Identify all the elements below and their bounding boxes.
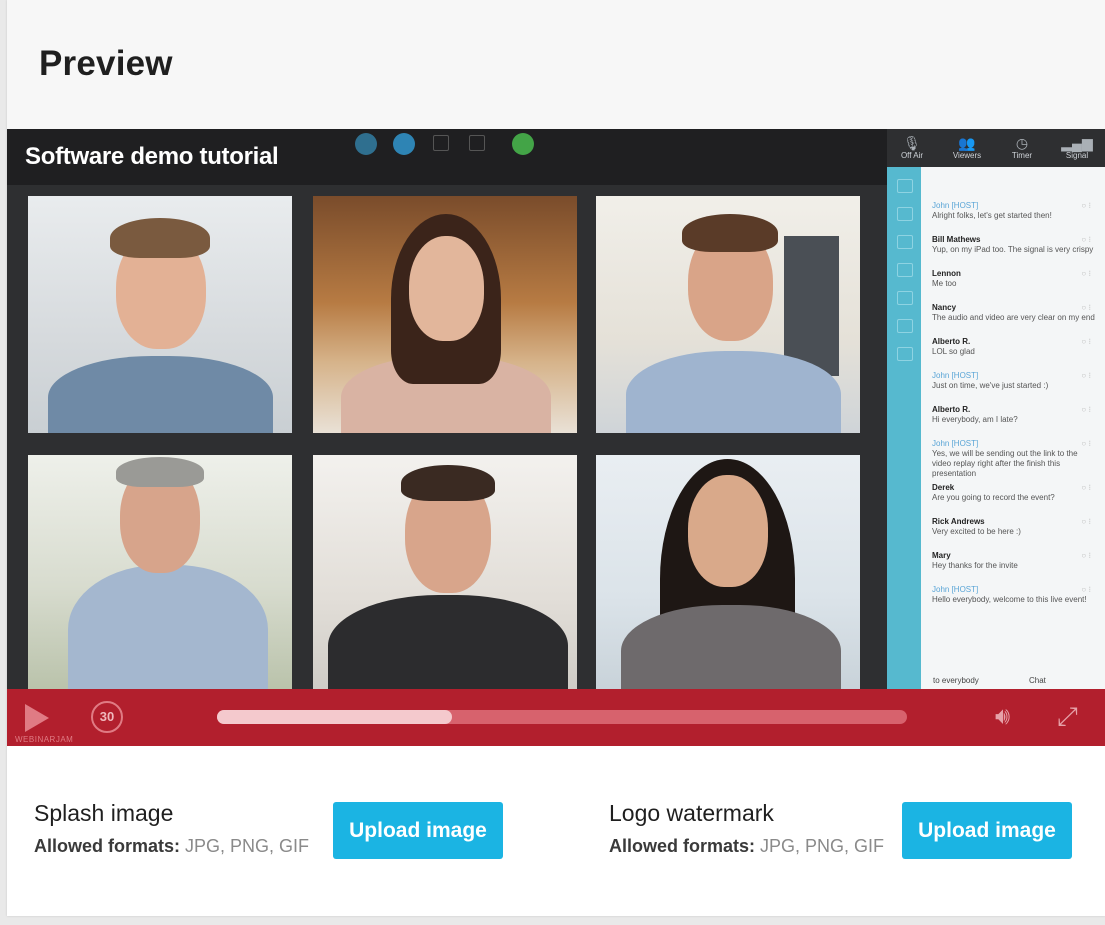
splash-upload-button[interactable]: Upload image: [333, 802, 503, 859]
message-menu-icon[interactable]: ○ ⁝: [1081, 337, 1091, 347]
chat-rail: [887, 167, 921, 692]
chat-text: Hello everybody, welcome to this live ev…: [932, 595, 1087, 604]
message-menu-icon[interactable]: ○ ⁝: [1081, 371, 1091, 381]
chat-message: Mary Hey thanks for the invite ○ ⁝: [932, 551, 1097, 571]
participant-tile-4: [28, 455, 292, 692]
chat-bubble-icon[interactable]: [433, 135, 449, 151]
preview-header: Preview: [7, 0, 1105, 129]
chat-text: Are you going to record the event?: [932, 493, 1055, 502]
message-menu-icon[interactable]: ○ ⁝: [1081, 201, 1091, 211]
chat-author: Alberto R.: [932, 405, 971, 414]
chat-message: John [HOST] Hello everybody, welcome to t…: [932, 585, 1097, 605]
chat-text: Yup, on my iPad too. The signal is very …: [932, 245, 1094, 254]
chat-author: Lennon: [932, 269, 961, 278]
chat-message: John [HOST] Alright folks, let's get star…: [932, 201, 1097, 221]
message-menu-icon[interactable]: ○ ⁝: [1081, 551, 1091, 561]
chat-message: Alberto R. Hi everybody, am I late? ○ ⁝: [932, 405, 1097, 425]
chat-author: John [HOST]: [932, 371, 979, 380]
progress-bar[interactable]: [217, 710, 907, 724]
chat-message: Derek Are you going to record the event? ○…: [932, 483, 1097, 503]
home-icon[interactable]: [897, 179, 913, 193]
chat-text: Hi everybody, am I late?: [932, 415, 1018, 424]
status-off-air: 🎙 Off Air: [892, 135, 932, 165]
chat-text: Alright folks, let's get started then!: [932, 211, 1052, 220]
chat-author: John [HOST]: [932, 585, 979, 594]
upload-section: Splash image Allowed formats: JPG, PNG, …: [7, 746, 1105, 916]
chat-text: The audio and video are very clear on my…: [932, 313, 1095, 322]
offer-icon[interactable]: [897, 319, 913, 333]
chat-message: Lennon Me too ○ ⁝: [932, 269, 1097, 289]
download-icon[interactable]: [897, 347, 913, 361]
chat-text: Yes, we will be sending out the link to …: [932, 449, 1078, 478]
message-menu-icon[interactable]: ○ ⁝: [1081, 439, 1091, 449]
chat-author: John [HOST]: [932, 439, 979, 448]
chat-panel[interactable]: John [HOST] Alright folks, let's get star…: [887, 167, 1105, 692]
chat-icon[interactable]: [897, 207, 913, 221]
preview-card: Preview Software demo tutorial 🎙 Off Air …: [7, 0, 1105, 916]
message-menu-icon[interactable]: ○ ⁝: [1081, 235, 1091, 245]
message-menu-icon[interactable]: ○ ⁝: [1081, 405, 1091, 415]
people-icon: 👥: [958, 135, 976, 151]
pencil-icon[interactable]: [469, 135, 485, 151]
participant-tile-5: [313, 455, 577, 692]
chat-author: Mary: [932, 551, 951, 560]
chat-text: LOL so glad: [932, 347, 975, 356]
player-controls: 30 WEBINARJAM 🔊︎ ⤢: [7, 689, 1105, 746]
message-menu-icon[interactable]: ○ ⁝: [1081, 269, 1091, 279]
logo-upload-button[interactable]: Upload image: [902, 802, 1072, 859]
chat-message: Alberto R. LOL so glad ○ ⁝: [932, 337, 1097, 357]
message-menu-icon[interactable]: ○ ⁝: [1081, 517, 1091, 527]
progress-fill: [217, 710, 452, 724]
volume-icon[interactable]: 🔊︎: [995, 703, 1023, 731]
chat-text: Just on time, we've just started :): [932, 381, 1049, 390]
participant-tile-6: [596, 455, 860, 692]
video-title: Software demo tutorial: [25, 143, 279, 170]
chat-message: Bill Mathews Yup, on my iPad too. The sig…: [932, 235, 1097, 255]
logo-watermark-title: Logo watermark: [609, 800, 774, 826]
status-timer: ◷ Timer: [1002, 135, 1042, 165]
participant-tile-1: [28, 196, 292, 433]
fullscreen-icon[interactable]: ⤢: [1057, 701, 1087, 731]
status-signal: ▂▄▆ Signal: [1057, 135, 1097, 165]
chat-text: Hey thanks for the invite: [932, 561, 1018, 570]
signal-icon: ▂▄▆: [1061, 135, 1093, 151]
chat-message: Nancy The audio and video are very clear …: [932, 303, 1097, 323]
poll-icon[interactable]: [897, 291, 913, 305]
users-icon[interactable]: [897, 235, 913, 249]
participant-tile-3: [596, 196, 860, 433]
chat-recipient[interactable]: to everybody: [933, 676, 979, 685]
message-menu-icon[interactable]: ○ ⁝: [1081, 303, 1091, 313]
message-menu-icon[interactable]: ○ ⁝: [1081, 483, 1091, 493]
phone-call-icon[interactable]: [512, 133, 534, 155]
page-title: Preview: [39, 44, 173, 83]
play-icon[interactable]: [25, 704, 49, 732]
chat-text: Very excited to be here :): [932, 527, 1021, 536]
chat-author: Rick Andrews: [932, 517, 985, 526]
video-player[interactable]: Software demo tutorial 🎙 Off Air 👥 Viewers…: [7, 129, 1105, 746]
chat-author: John [HOST]: [932, 201, 979, 210]
status-viewers: 👥 Viewers: [947, 135, 987, 165]
chat-mode-select[interactable]: Chat: [1029, 676, 1046, 685]
chat-text: Me too: [932, 279, 957, 288]
question-icon[interactable]: [897, 263, 913, 277]
mic-toggle-icon[interactable]: [393, 133, 415, 155]
rewind-30-icon[interactable]: 30: [91, 701, 123, 733]
chat-author: Derek: [932, 483, 955, 492]
chat-message: John [HOST] Just on time, we've just star…: [932, 371, 1097, 391]
participant-tile-2: [313, 196, 577, 433]
brand-logo: WEBINARJAM: [15, 735, 74, 744]
chat-author: Alberto R.: [932, 337, 971, 346]
splash-image-formats: Allowed formats: JPG, PNG, GIF: [34, 836, 310, 856]
chat-message: John [HOST] Yes, we will be sending out t…: [932, 439, 1097, 479]
clock-icon: ◷: [1015, 135, 1029, 151]
player-topbar: Software demo tutorial: [7, 129, 887, 185]
splash-image-title: Splash image: [34, 800, 174, 826]
message-menu-icon[interactable]: ○ ⁝: [1081, 585, 1091, 595]
mic-icon: 🎙: [903, 135, 921, 151]
camera-toggle-icon[interactable]: [355, 133, 377, 155]
chat-author: Nancy: [932, 303, 957, 312]
chat-author: Bill Mathews: [932, 235, 981, 244]
chat-message: Rick Andrews Very excited to be here :) ○ …: [932, 517, 1097, 537]
logo-watermark-formats: Allowed formats: JPG, PNG, GIF: [609, 836, 885, 856]
